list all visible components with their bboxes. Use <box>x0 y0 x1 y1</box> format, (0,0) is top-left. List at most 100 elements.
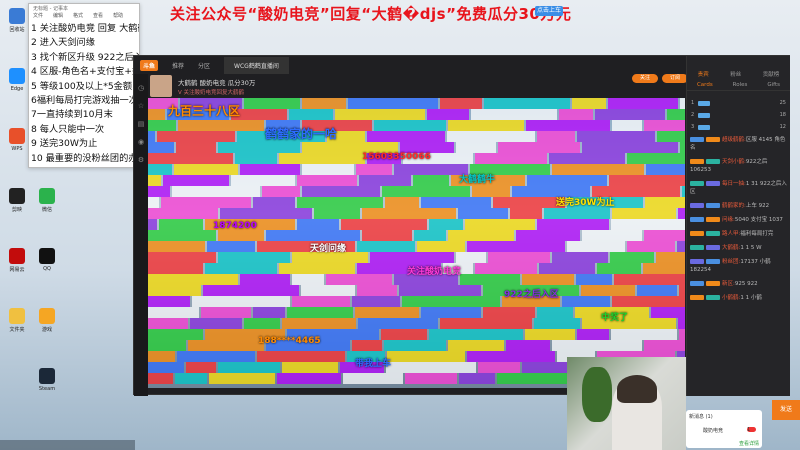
desktop-icon[interactable]: WPS <box>4 128 30 152</box>
danmaku-bg <box>643 263 685 274</box>
desktop-icon-label: 游戏 <box>41 327 52 333</box>
chat-username[interactable]: 超级鹤鹤: <box>722 137 746 143</box>
streamer-avatar[interactable] <box>150 75 172 97</box>
danmaku-bg <box>292 274 324 285</box>
taskbar <box>0 440 135 450</box>
notification-link[interactable]: 查看详情 <box>689 440 759 447</box>
send-button[interactable]: 发送 <box>772 400 800 420</box>
chat-message: 新区:925 922 <box>687 277 790 291</box>
banner-button[interactable]: 点击上车 <box>535 6 563 16</box>
notification-title: 新消息 (1) <box>689 414 713 420</box>
app-icon <box>39 248 55 264</box>
danmaku-bg <box>465 219 535 230</box>
desktop-icon[interactable]: 网易云 <box>4 248 30 273</box>
sidebar-icon[interactable]: ▤ <box>134 120 148 128</box>
danmaku-bg <box>176 142 216 153</box>
chat-tab-fans[interactable]: 粉丝 <box>730 70 741 78</box>
chat-username[interactable]: 每日一抽: <box>722 181 746 187</box>
desktop-icon[interactable]: QQ <box>34 248 60 272</box>
notepad-line: 10 最重要的没粉丝团的办个卡 <box>31 152 139 164</box>
chat-subtab-cards[interactable]: Cards <box>697 82 713 88</box>
danmaku-bg <box>203 285 299 296</box>
chat-username[interactable]: 小鹤鹤: <box>722 295 740 301</box>
danmaku-comment: 送完30W为止 <box>556 198 615 208</box>
danmaku-comment: 1874200 <box>213 221 257 231</box>
chat-username[interactable]: 鹤鹤家的: <box>722 203 746 209</box>
app-icon <box>39 188 55 204</box>
chat-username[interactable]: 天剑小鹤: <box>722 159 746 165</box>
chat-username[interactable]: 路人甲: <box>722 231 740 237</box>
notepad-menu-item[interactable]: 格式 <box>73 12 83 20</box>
danmaku-bg <box>174 164 238 175</box>
level-badge <box>690 137 704 142</box>
notification-popup[interactable]: 新消息 (1) 酸奶电竞 1 查看详情 <box>686 410 762 448</box>
rank-row[interactable]: 1 25 <box>687 97 790 109</box>
danmaku-bg <box>448 120 524 131</box>
desktop-icon[interactable]: 剪映 <box>4 188 30 213</box>
notepad-content[interactable]: 1 关注酸奶电竞 回复 大鹤鹤 2 进入天剑问缘 3 找个新区升级 922之后入区 4… <box>29 20 139 167</box>
streaming-app-window: 斗鱼 推荐 分区 WCG鹤鹤直播间 ◷ ☆ ▤ ◉ ⚙ 大鹤鹤 酸奶电竞 瓜分30万 V… <box>133 55 790 396</box>
danmaku-comment: 188****4465 <box>258 336 321 346</box>
danmaku-bg <box>205 263 277 274</box>
sidebar-icon[interactable]: ◉ <box>134 138 148 146</box>
video-player[interactable]: 九百三十八区 鹤鹤家的一哈 15603350066 大鹤鹤牛 送完30W为止 187420… <box>148 98 685 388</box>
danmaku-bg <box>282 318 356 329</box>
sidebar-icon[interactable]: ◷ <box>134 84 148 92</box>
danmaku-bg <box>467 241 565 252</box>
tab-recommend[interactable]: 推荐 <box>172 61 184 70</box>
danmaku-bg <box>637 285 677 296</box>
fan-badge <box>706 181 720 186</box>
rank-row[interactable]: 2 18 <box>687 109 790 121</box>
notepad-menu-item[interactable]: 帮助 <box>113 12 123 20</box>
room-subtitle: V 关注酸奶电竞回复大鹤鹤 <box>178 90 245 96</box>
chat-tab-vip[interactable]: 贵宾 <box>698 70 709 78</box>
rank-row[interactable]: 3 12 <box>687 121 790 133</box>
tab-live-room[interactable]: WCG鹤鹤直播间 <box>224 56 289 74</box>
app-icon <box>9 308 25 324</box>
chat-username[interactable]: 问缘: <box>722 217 735 223</box>
sidebar-icon[interactable]: ☆ <box>134 102 148 110</box>
danmaku-comment: 九百三十八区 <box>168 104 241 118</box>
subscribe-button[interactable]: 订阅 <box>662 74 688 83</box>
desktop-icon[interactable]: Edge <box>4 68 30 92</box>
danmaku-bg <box>302 164 354 175</box>
follow-button[interactable]: 关注 <box>632 74 658 83</box>
danmaku-bg <box>475 263 537 274</box>
danmaku-bg <box>399 285 481 296</box>
notepad-menu-item[interactable]: 文件 <box>33 12 43 20</box>
danmaku-bg <box>297 175 357 186</box>
chat-text: 1 1 小鹤 <box>740 295 762 301</box>
danmaku-bg <box>188 340 264 351</box>
danmaku-bg <box>148 285 201 296</box>
danmaku-bg <box>148 296 190 307</box>
danmaku-bg <box>678 318 685 329</box>
desktop-icon[interactable]: 微信 <box>34 188 60 213</box>
chat-username[interactable]: 粉丝团: <box>722 259 740 265</box>
chat-message: 问缘:5040 支付宝 1037 <box>687 213 790 227</box>
chat-username[interactable]: 新区: <box>722 281 735 287</box>
danmaku-bg <box>484 98 570 109</box>
danmaku-bg <box>341 219 427 230</box>
rank-value: 12 <box>779 124 786 130</box>
danmaku-comment: 922之后入区 <box>504 290 559 300</box>
chat-text: 5040 支付宝 1037 <box>734 217 783 223</box>
notepad-menu-item[interactable]: 编辑 <box>53 12 63 20</box>
chat-username[interactable]: 大鹤鹤: <box>722 245 740 251</box>
app-icon <box>9 128 25 144</box>
desktop-icon[interactable]: Steam <box>34 368 60 392</box>
rank-number: 2 <box>691 112 695 118</box>
danmaku-bg <box>597 263 641 274</box>
danmaku-bg <box>506 340 550 351</box>
danmaku-bg <box>352 296 400 307</box>
chat-subtab-gifts[interactable]: Gifts <box>767 82 780 88</box>
chat-tab-rank[interactable]: 贡献榜 <box>763 70 780 78</box>
desktop-icon[interactable]: 文件夹 <box>4 308 30 333</box>
chat-subtab-roles[interactable]: Roles <box>733 82 748 88</box>
notepad-menu-item[interactable]: 查看 <box>93 12 103 20</box>
desktop-icon[interactable]: 游戏 <box>34 308 60 333</box>
danmaku-bg <box>576 274 612 285</box>
sidebar-icon[interactable]: ⚙ <box>134 156 148 164</box>
desktop-icon[interactable]: 回收站 <box>4 8 30 33</box>
danmaku-bg <box>209 373 275 384</box>
tab-category[interactable]: 分区 <box>198 61 210 70</box>
